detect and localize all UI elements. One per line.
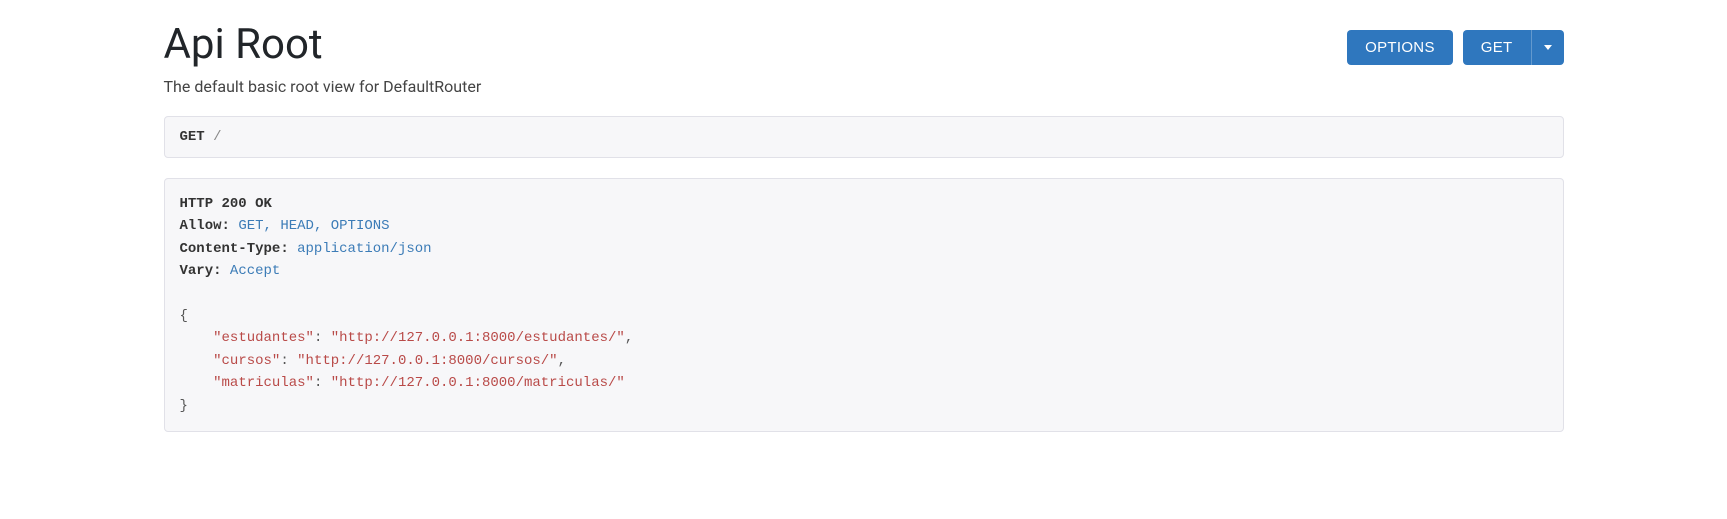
header-value: application/json [297,241,431,257]
caret-down-icon [1544,45,1552,50]
page-description: The default basic root view for DefaultR… [164,77,1564,96]
json-key: "estudantes" [213,330,314,346]
get-button[interactable]: GET [1463,30,1531,65]
json-brace: } [180,398,188,414]
response-box: HTTP 200 OK Allow: GET, HEAD, OPTIONS Co… [164,178,1564,432]
header-name: Content-Type: [180,241,289,257]
json-key: "matriculas" [213,375,314,391]
get-dropdown-button[interactable] [1531,30,1564,65]
page-title: Api Root [164,20,323,69]
request-info: GET / [164,116,1564,158]
header-value: GET, HEAD, OPTIONS [238,218,389,234]
get-button-group: GET [1463,30,1564,65]
request-method: GET [180,129,205,145]
header-name: Vary: [180,263,222,279]
json-value: "http://127.0.0.1:8000/cursos/" [297,353,557,369]
json-brace: { [180,308,188,324]
json-key: "cursos" [213,353,280,369]
request-path: / [213,129,221,145]
header-name: Allow: [180,218,230,234]
json-value: "http://127.0.0.1:8000/matriculas/" [331,375,625,391]
json-value: "http://127.0.0.1:8000/estudantes/" [331,330,625,346]
options-button[interactable]: OPTIONS [1347,30,1453,65]
action-buttons: OPTIONS GET [1347,30,1563,65]
header-value: Accept [230,263,280,279]
status-line: HTTP 200 OK [180,196,272,212]
